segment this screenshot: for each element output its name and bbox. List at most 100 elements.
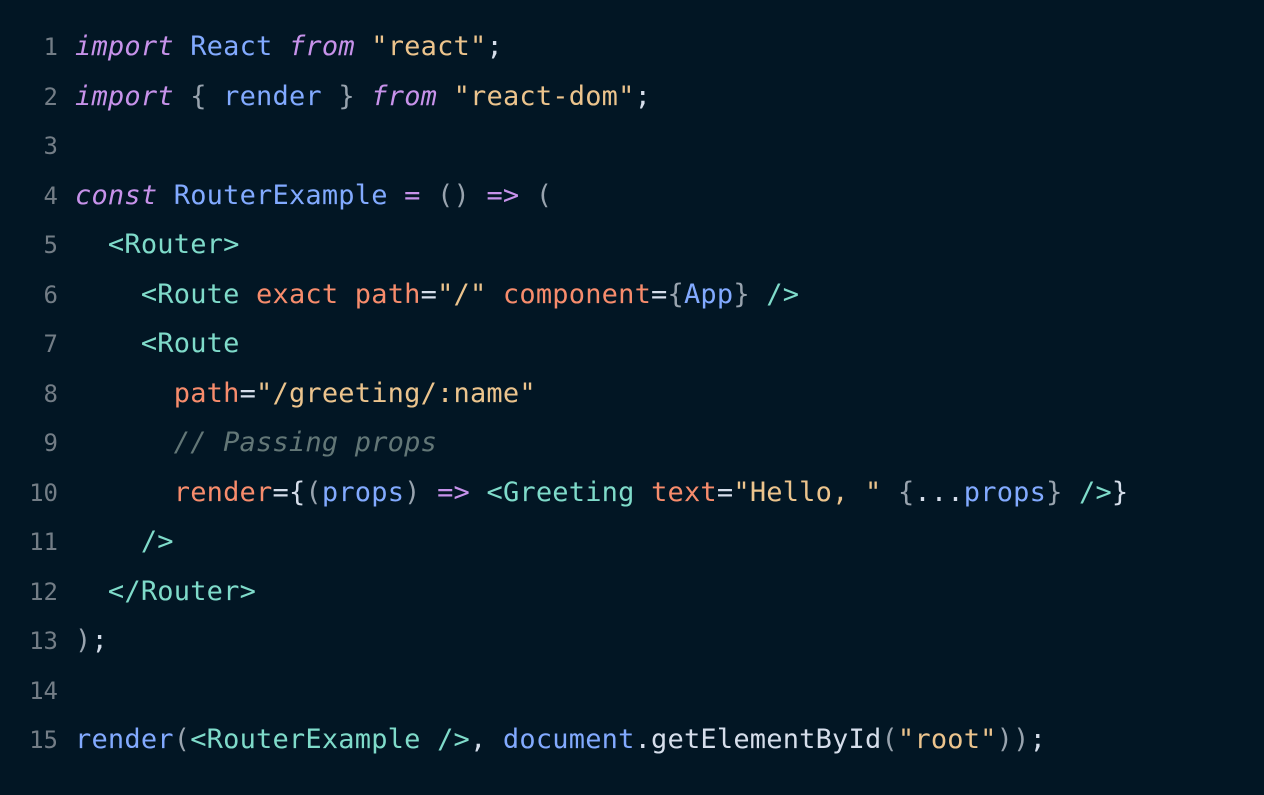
code-token-plain: } — [1111, 476, 1129, 508]
code-token-keyword: import — [75, 80, 174, 112]
line-code: render(<RouterExample />, document.getEl… — [75, 718, 1046, 762]
code-token-muted: ( — [305, 476, 322, 508]
code-line: 7 <Route — [0, 322, 1264, 366]
code-token-muted: () — [437, 179, 470, 211]
line-code: const RouterExample = () => ( — [75, 174, 552, 218]
code-token-muted: ( — [535, 179, 553, 211]
line-number: 11 — [29, 528, 58, 556]
code-token-attr: exact — [256, 278, 339, 310]
line-number: 10 — [29, 478, 58, 507]
code-editor[interactable]: 1 import React from "react"; 2 import { ren… — [0, 0, 1264, 795]
line-number: 8 — [43, 379, 58, 408]
code-token-identifier: RouterExample — [173, 179, 388, 211]
code-token-tag: <Route — [140, 278, 240, 310]
code-line: 13); — [0, 619, 1264, 663]
line-code: // Passing props — [75, 421, 437, 465]
code-line: 14 — [0, 669, 1264, 713]
line-code: <Router> — [75, 223, 240, 267]
code-token-keyword: from — [288, 31, 355, 62]
code-token-muted: ( — [881, 724, 898, 755]
code-line: 1 import React from "react"; — [0, 25, 1264, 69]
code-token-tag: /> — [140, 526, 174, 557]
code-token-identifier: props — [963, 476, 1047, 508]
code-token-string: "react-dom" — [453, 80, 635, 112]
line-number: 1 — [43, 33, 58, 61]
code-token-plain: = — [239, 377, 257, 409]
code-line: 2 import { render } from "react-dom"; — [0, 75, 1264, 119]
code-line: 4 const RouterExample = () => ( — [0, 174, 1264, 218]
code-token-attr: text — [651, 476, 717, 508]
code-token-muted: ) — [75, 625, 92, 656]
line-number: 6 — [43, 280, 58, 309]
code-token-muted: } — [1046, 476, 1063, 508]
code-token-attr: path — [173, 377, 240, 409]
code-token-punct: ; — [634, 80, 652, 112]
code-token-tag: /> — [1079, 476, 1112, 508]
line-number: 7 — [43, 330, 58, 358]
code-token-keyword: import — [75, 31, 174, 62]
code-token-muted: { — [667, 278, 684, 310]
code-token-attr: component — [502, 278, 652, 310]
code-line: 10 render={(props) => <Greeting text="He… — [0, 471, 1264, 515]
code-token-muted: } — [733, 278, 750, 310]
code-token-punct: . — [634, 724, 652, 755]
code-token-tag: <RouterExample — [190, 724, 421, 755]
line-code: ); — [75, 619, 108, 663]
line-number: 2 — [43, 82, 58, 111]
code-token-plain: = — [420, 278, 438, 310]
code-token-plain: ... — [914, 476, 964, 508]
code-token-plain: { — [288, 476, 306, 508]
code-token-keyword: const — [75, 179, 158, 211]
code-token-plain: = — [272, 476, 289, 508]
code-token-identifier: document — [502, 724, 635, 755]
code-token-operator: = — [404, 179, 421, 211]
code-token-muted: { — [897, 476, 915, 508]
code-token-punct: ; — [91, 625, 108, 656]
line-number: 15 — [29, 726, 58, 754]
code-token-tag: /> — [437, 724, 470, 755]
code-line: 8 path="/greeting/:name" — [0, 372, 1264, 416]
code-line: 15 render(<RouterExample />, document.get… — [0, 718, 1264, 762]
line-number: 13 — [29, 627, 58, 655]
code-line: 9 // Passing props — [0, 421, 1264, 465]
code-token-string: "/" — [437, 278, 487, 310]
line-number: 9 — [43, 429, 58, 457]
line-number: 12 — [29, 577, 58, 606]
code-token-muted: { — [190, 80, 207, 112]
code-line: 6 <Route exact path="/" component={App} … — [0, 273, 1264, 317]
code-token-operator: => — [437, 476, 471, 508]
code-token-plain: = — [716, 476, 734, 508]
code-token-muted: } — [338, 80, 355, 112]
line-code: <Route exact path="/" component={App} /> — [75, 273, 799, 317]
code-token-attr: render — [173, 476, 273, 508]
code-line: 3 — [0, 124, 1264, 168]
line-number: 4 — [43, 181, 58, 210]
line-number: 5 — [43, 231, 58, 259]
code-token-identifier: render — [75, 724, 174, 755]
code-token-string: "root" — [897, 724, 997, 755]
code-token-operator: => — [486, 179, 520, 211]
